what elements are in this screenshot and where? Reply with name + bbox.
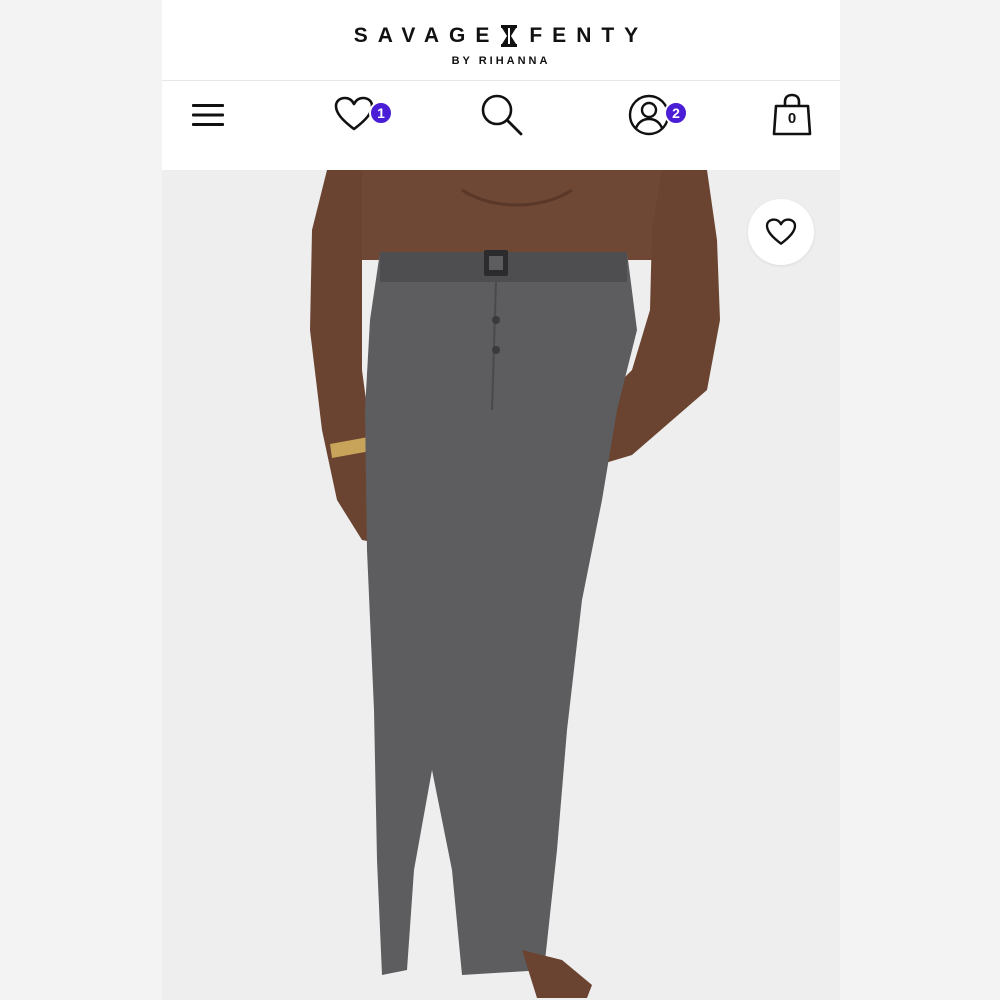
spacer xyxy=(162,149,840,170)
search-icon xyxy=(481,94,523,136)
wishlist-count-badge: 1 xyxy=(369,101,393,125)
hamburger-menu-icon xyxy=(192,104,224,126)
product-photo xyxy=(162,170,840,1000)
account-button[interactable]: 2 xyxy=(626,81,692,149)
brand-name-left: SAVAGE xyxy=(353,24,500,47)
brand-mark-icon xyxy=(501,25,518,47)
cart-count: 0 xyxy=(787,109,797,127)
cart-button[interactable]: 0 xyxy=(772,81,812,149)
menu-button[interactable] xyxy=(190,81,226,149)
brand-name-right: FENTY xyxy=(529,24,649,47)
nav-bar: 1 2 0 xyxy=(162,80,840,150)
search-button[interactable] xyxy=(478,81,526,149)
product-image[interactable] xyxy=(162,170,840,1000)
brand-header[interactable]: SAVAGE FENTY BY RIHANNA xyxy=(162,0,840,78)
account-count-badge: 2 xyxy=(664,101,688,125)
heart-outline-icon xyxy=(765,218,797,245)
app-frame: SAVAGE FENTY BY RIHANNA 1 2 0 xyxy=(162,0,840,1000)
wishlist-button[interactable]: 1 xyxy=(334,81,398,149)
brand-tagline: BY RIHANNA xyxy=(451,55,551,67)
brand-logo[interactable]: SAVAGE FENTY xyxy=(162,24,840,48)
cart-wrapper: 0 xyxy=(772,93,812,137)
add-to-wishlist-button[interactable] xyxy=(748,199,814,265)
heart-icon xyxy=(334,96,374,131)
